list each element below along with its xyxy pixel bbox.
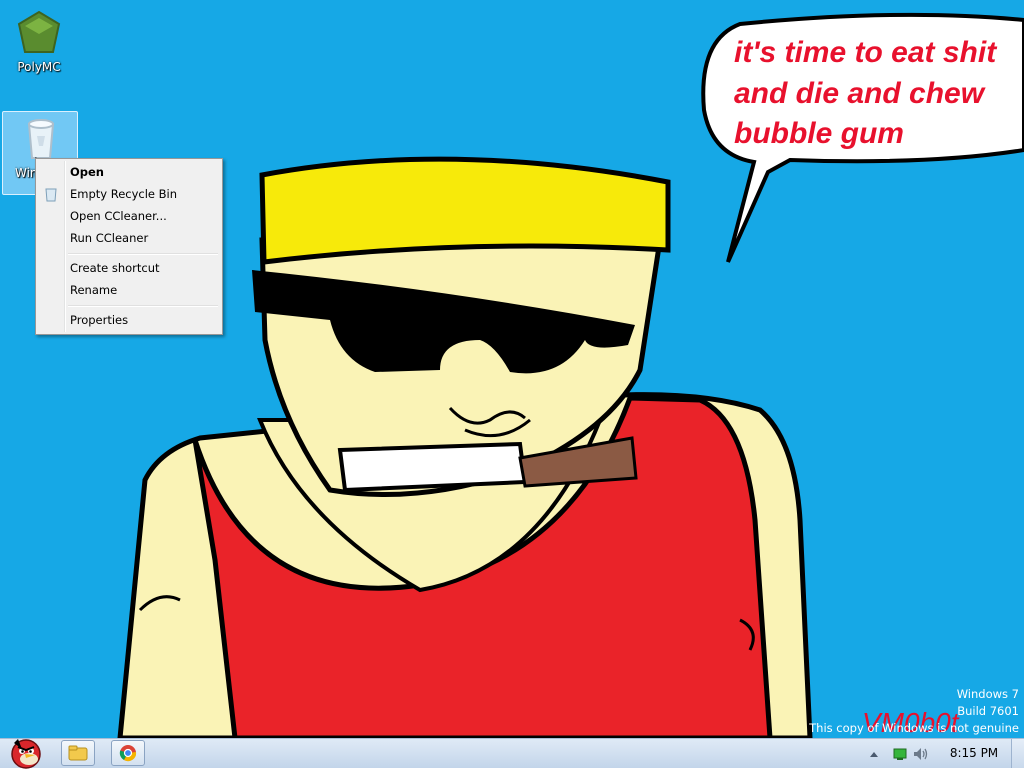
- menu-item-open-ccleaner[interactable]: Open CCleaner...: [38, 205, 220, 227]
- menu-item-run-ccleaner[interactable]: Run CCleaner: [38, 227, 220, 249]
- polymc-icon: [17, 10, 61, 53]
- watermark-build: Build 7601: [957, 704, 1019, 718]
- taskbar-chrome-button[interactable]: [111, 740, 145, 766]
- watermark-genuine: This copy of Windows is not genuine: [809, 721, 1019, 735]
- wallpaper-drawing: it's time to eat shit and die and chew b…: [117, 12, 1024, 738]
- menu-item-create-shortcut[interactable]: Create shortcut: [38, 257, 220, 279]
- menu-item-empty-recycle-bin[interactable]: Empty Recycle Bin: [38, 183, 220, 205]
- chrome-icon: [119, 745, 137, 762]
- desktop[interactable]: it's time to eat shit and die and chew b…: [0, 0, 1024, 738]
- hat: [259, 156, 671, 265]
- taskbar-clock[interactable]: 8:15 PM: [944, 746, 1004, 760]
- menu-separator: [68, 253, 218, 255]
- taskbar-explorer-button[interactable]: [61, 740, 95, 766]
- desktop-icon-polymc[interactable]: PolyMC: [6, 8, 72, 74]
- start-button[interactable]: [4, 735, 48, 769]
- desktop-icon-label: PolyMC: [17, 60, 61, 74]
- recycle-bin-icon: [45, 188, 57, 202]
- teeth: [337, 441, 528, 493]
- watermark-os: Windows 7: [956, 687, 1019, 701]
- show-hidden-icons-arrow[interactable]: [869, 750, 879, 758]
- volume-icon[interactable]: [913, 747, 929, 761]
- windows-watermark: Windows 7 Build 7601 This copy of Window…: [809, 686, 1019, 737]
- show-desktop-button[interactable]: [1011, 739, 1024, 768]
- menu-item-properties[interactable]: Properties: [38, 309, 220, 331]
- recycle-bin-icon: [27, 119, 55, 159]
- menu-item-open[interactable]: Open: [38, 161, 220, 183]
- network-icon[interactable]: [893, 748, 907, 760]
- angry-bird-icon: [11, 739, 41, 769]
- context-menu: Open Empty Recycle Bin Open CCleaner... …: [35, 158, 223, 335]
- menu-item-rename[interactable]: Rename: [38, 279, 220, 301]
- taskbar: 8:15 PM: [0, 735, 1024, 769]
- file-explorer-icon: [68, 745, 88, 761]
- menu-separator: [68, 305, 218, 307]
